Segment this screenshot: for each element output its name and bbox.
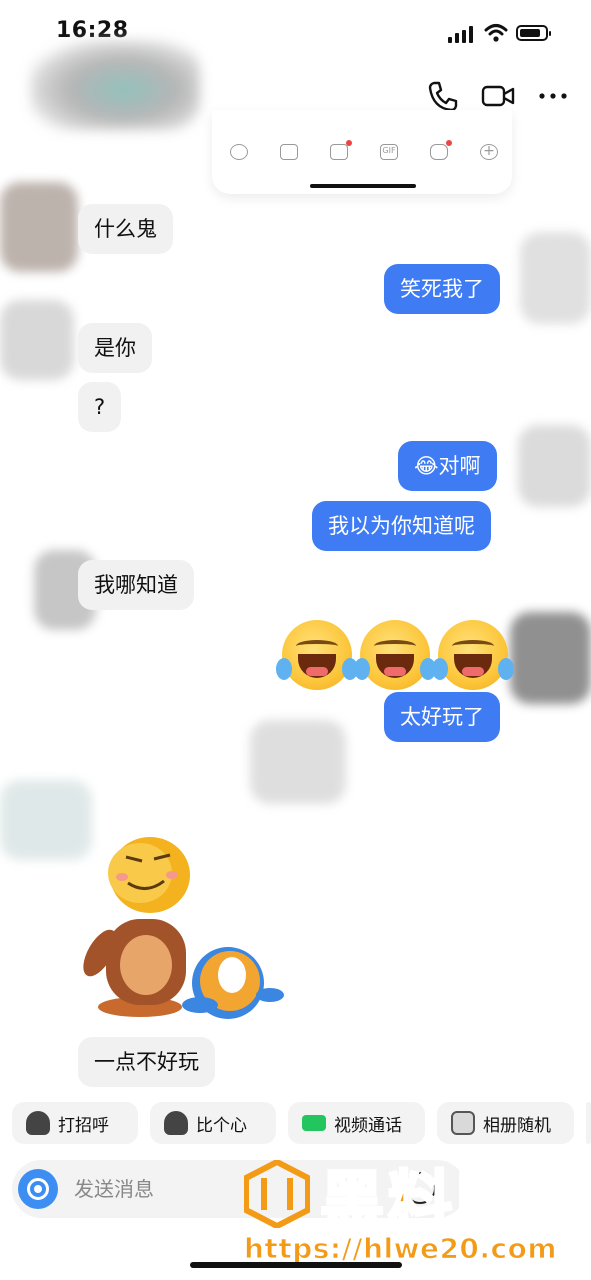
quick-action-video[interactable]: 视频通话 [288, 1102, 425, 1144]
battery-icon [516, 25, 551, 41]
quick-action-heart[interactable]: 比个心 [150, 1102, 276, 1144]
quick-action-greet[interactable]: 打招呼 [12, 1102, 138, 1144]
avatar[interactable] [0, 300, 74, 380]
watermark-brand: 黑料网 [319, 1164, 524, 1241]
mic-icon[interactable] [230, 144, 248, 160]
message-bubble[interactable]: 笑死我了 [384, 264, 500, 314]
avatar[interactable] [518, 425, 591, 507]
message-text: 对啊 [438, 454, 481, 478]
watermark-url: https://hlwe20.com [243, 1232, 558, 1266]
avatar[interactable] [0, 182, 78, 272]
laughing-emoji-icon [432, 620, 514, 690]
card-handle [310, 184, 416, 188]
quick-action-label: 视频通话 [334, 1115, 402, 1136]
watermark-logo [244, 1160, 310, 1228]
wifi-icon [484, 24, 508, 42]
laughing-emoji-icon [276, 620, 358, 690]
heart-avatar-icon [164, 1111, 188, 1135]
video-icon [302, 1115, 326, 1131]
laughing-emoji: 😂 [414, 454, 439, 478]
notification-dot [446, 140, 452, 146]
cartoon-sticker[interactable] [80, 835, 305, 1025]
gift-icon[interactable] [330, 144, 348, 160]
message-bubble[interactable]: 一点不好玩 [78, 1037, 215, 1087]
more-icon[interactable] [535, 78, 571, 114]
message-bubble[interactable]: ? [78, 382, 122, 432]
message-bubble[interactable]: 😂对啊 [398, 441, 497, 491]
photo-icon[interactable] [280, 144, 298, 160]
notification-dot [346, 140, 352, 146]
message-bubble[interactable]: 什么鬼 [78, 204, 173, 254]
quick-action-label: 比个心 [196, 1115, 247, 1136]
quick-action-label: 打招呼 [58, 1115, 109, 1136]
signal-icon [448, 26, 474, 43]
video-call-icon[interactable] [480, 78, 516, 114]
timestamp-blur [250, 720, 346, 804]
home-indicator [190, 1262, 402, 1268]
message-input[interactable]: 发送消息 [74, 1160, 154, 1218]
quick-action-album[interactable]: 相册随机 [437, 1102, 574, 1144]
quick-action-more[interactable] [586, 1102, 591, 1144]
dice-icon [451, 1111, 475, 1135]
toolbar-card: GIF + [212, 110, 512, 194]
contact-avatar[interactable] [30, 40, 200, 130]
wave-avatar-icon [26, 1111, 50, 1135]
message-bubble[interactable]: 我以为你知道呢 [312, 501, 491, 551]
gif-icon[interactable]: GIF [380, 144, 398, 160]
game-icon[interactable] [430, 144, 448, 160]
camera-icon[interactable] [18, 1169, 58, 1209]
laughing-emoji-icon [354, 620, 436, 690]
message-bubble[interactable]: 我哪知道 [78, 560, 194, 610]
message-bubble[interactable]: 太好玩了 [384, 692, 500, 742]
avatar[interactable] [510, 612, 591, 704]
quick-action-label: 相册随机 [483, 1115, 551, 1136]
avatar[interactable] [0, 780, 92, 860]
phone-icon[interactable] [425, 78, 461, 114]
plus-icon[interactable]: + [480, 144, 498, 160]
avatar[interactable] [520, 232, 591, 324]
message-bubble[interactable]: 是你 [78, 323, 152, 373]
